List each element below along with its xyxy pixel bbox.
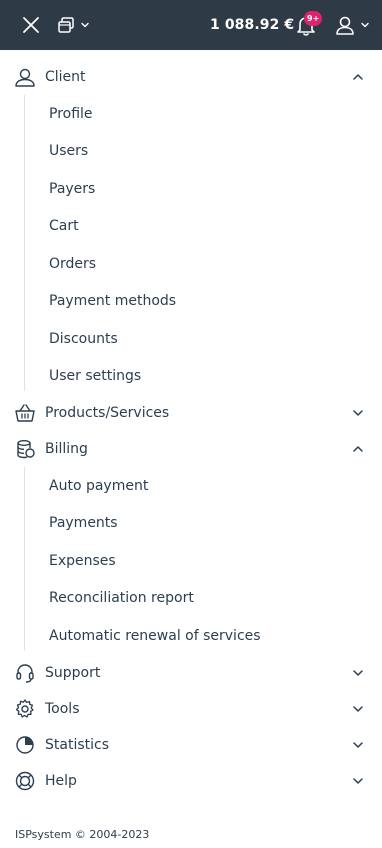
menu-section-billing[interactable]: Billing <box>0 433 382 465</box>
menu-item-auto-payment[interactable]: Auto payment <box>49 475 148 497</box>
chevron-down-icon <box>353 706 363 712</box>
menu-item-orders[interactable]: Orders <box>49 253 96 275</box>
menu-section-label: Help <box>45 773 77 789</box>
menu-item-reconciliation-report[interactable]: Reconciliation report <box>49 587 194 609</box>
pie-chart-icon <box>16 736 34 754</box>
close-menu-button[interactable] <box>20 14 42 36</box>
menu-item-expenses[interactable]: Expenses <box>49 550 116 572</box>
menu-item-automatic-renewal[interactable]: Automatic renewal of services <box>49 625 261 647</box>
menu-section-label: Support <box>45 665 101 681</box>
chevron-up-icon <box>353 446 363 452</box>
headset-icon <box>16 664 34 683</box>
close-icon <box>23 17 39 33</box>
chevron-down-icon <box>361 22 369 28</box>
menu-section-support[interactable]: Support <box>0 657 382 689</box>
top-bar: 1 088.92 € 9+ <box>0 0 382 50</box>
submenu-divider <box>24 95 25 391</box>
menu-section-help[interactable]: Help <box>0 765 382 797</box>
menu-item-payments[interactable]: Payments <box>49 512 118 534</box>
chevron-down-icon <box>353 778 363 784</box>
menu-item-users[interactable]: Users <box>49 140 88 162</box>
menu-item-cart[interactable]: Cart <box>49 215 79 237</box>
menu-section-label: Statistics <box>45 737 109 753</box>
windows-icon <box>58 17 74 33</box>
menu-item-discounts[interactable]: Discounts <box>49 328 118 350</box>
menu-section-label: Tools <box>45 701 80 717</box>
chevron-down-icon <box>353 410 363 416</box>
account-balance[interactable]: 1 088.92 € <box>210 15 294 35</box>
basket-icon <box>15 404 35 422</box>
menu-item-payers[interactable]: Payers <box>49 178 95 200</box>
client-icon <box>15 68 35 87</box>
menu-section-products-services[interactable]: Products/Services <box>0 397 382 429</box>
chevron-down-icon <box>81 22 89 28</box>
notifications-badge: 9+ <box>304 11 323 26</box>
menu-section-client[interactable]: Client <box>0 61 382 93</box>
chevron-down-icon <box>353 742 363 748</box>
chevron-up-icon <box>353 74 363 80</box>
menu-section-label: Products/Services <box>45 405 170 421</box>
window-switcher-button[interactable] <box>56 14 91 36</box>
user-icon <box>336 16 354 35</box>
menu-item-profile[interactable]: Profile <box>49 103 93 125</box>
menu-item-user-settings[interactable]: User settings <box>49 365 141 387</box>
user-menu-button[interactable] <box>334 13 371 37</box>
menu-section-label: Client <box>45 69 86 85</box>
lifebuoy-icon <box>15 771 35 791</box>
menu-item-payment-methods[interactable]: Payment methods <box>49 290 176 312</box>
coins-icon <box>17 440 35 459</box>
menu-section-statistics[interactable]: Statistics <box>0 729 382 761</box>
copyright-footer: ISPsystem © 2004-2023 <box>15 828 150 841</box>
chevron-down-icon <box>353 670 363 676</box>
submenu-divider <box>24 467 25 650</box>
gear-icon <box>15 699 34 718</box>
menu-section-label: Billing <box>45 441 88 457</box>
menu-section-tools[interactable]: Tools <box>0 693 382 725</box>
